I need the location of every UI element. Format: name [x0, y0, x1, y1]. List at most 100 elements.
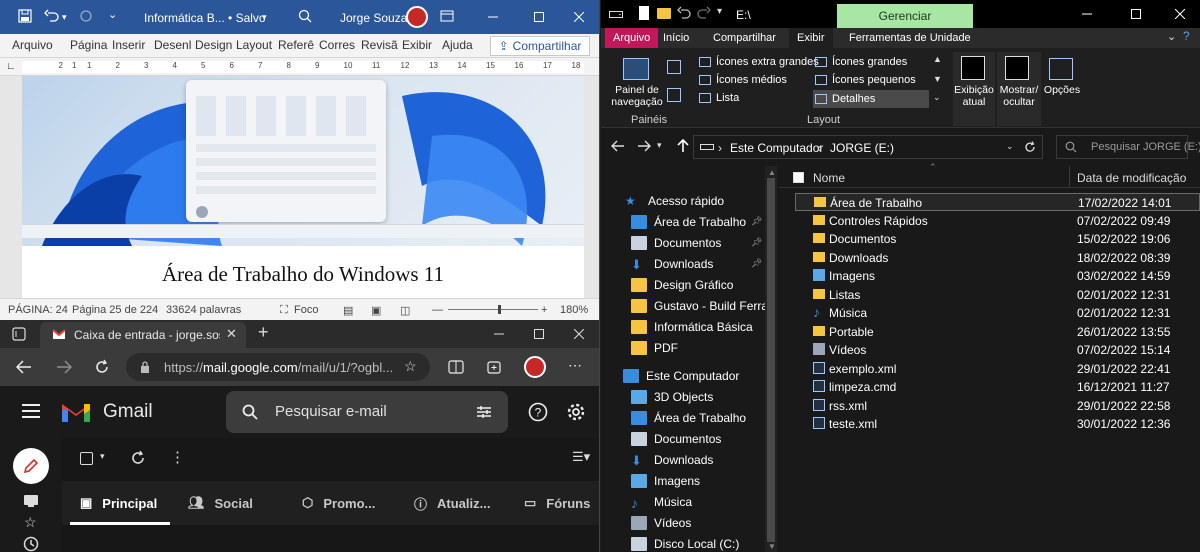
explorer-address-bar[interactable]: › Este Computador › JORGE (E:) ⌄: [693, 135, 1043, 159]
search-icon[interactable]: [242, 404, 258, 420]
current-view-icon[interactable]: [961, 56, 985, 80]
properties-icon[interactable]: [639, 6, 649, 20]
file-row[interactable]: Área de Trabalho 17/02/2022 14:01: [795, 193, 1200, 211]
tab-atualizacoes[interactable]: ⓘ Atualiz...: [414, 481, 514, 525]
avatar[interactable]: [406, 6, 428, 28]
recommended-list[interactable]: [196, 144, 376, 194]
new-tab-button[interactable]: +: [258, 322, 269, 343]
layout-expand-icon[interactable]: ⌄: [933, 92, 941, 103]
title-dropdown-icon[interactable]: ▾: [262, 12, 267, 23]
breadcrumb-sep-icon[interactable]: ›: [818, 141, 822, 155]
gmail-logo-icon[interactable]: [60, 400, 92, 424]
scroll-down-icon[interactable]: ▼: [768, 542, 776, 551]
tab-inserir[interactable]: Inserir: [112, 38, 145, 52]
current-view-button[interactable]: Exibição atual: [953, 84, 995, 108]
breadcrumb-jorge[interactable]: JORGE (E:): [830, 141, 894, 155]
page-count[interactable]: Página 25 de 224: [72, 304, 158, 316]
zoom-slider[interactable]: [448, 309, 538, 310]
close-button[interactable]: [556, 0, 599, 34]
tab-design[interactable]: Design: [195, 38, 232, 52]
nav-item[interactable]: Documentos 📌︎: [601, 232, 777, 253]
file-row[interactable]: Portable 26/01/2022 13:55: [795, 323, 1200, 341]
document-title[interactable]: Informática B... • Salvo: [144, 11, 266, 25]
file-row[interactable]: Controles Rápidos 07/02/2022 09:49: [795, 212, 1200, 230]
tab-referencias[interactable]: Referê: [278, 38, 314, 52]
search-bar[interactable]: Pesquisar e-mail: [226, 391, 508, 433]
compose-button[interactable]: [13, 448, 49, 484]
details-pane-icon[interactable]: [667, 88, 681, 102]
help-icon[interactable]: ?: [528, 402, 548, 422]
show-hide-button[interactable]: Mostrar/ ocultar: [997, 84, 1041, 108]
page-indicator[interactable]: PÁGINA: 24: [8, 304, 68, 316]
density-toggle-icon[interactable]: ☰▾: [572, 449, 590, 465]
gmail-brand[interactable]: Gmail: [103, 401, 153, 423]
select-all-checkbox[interactable]: [793, 172, 804, 183]
zoom-slider-thumb[interactable]: [498, 305, 501, 314]
file-name[interactable]: Documentos: [829, 232, 896, 246]
recent-locations-icon[interactable]: ▾: [657, 140, 662, 151]
extra-large-icons-option[interactable]: Ícones extra grandes: [699, 56, 819, 68]
nav-item[interactable]: Documentos: [601, 428, 777, 449]
pin-icon[interactable]: 📌︎: [751, 237, 762, 248]
collections-icon[interactable]: [486, 359, 502, 375]
forward-icon[interactable]: [56, 360, 72, 374]
tab-desenhar[interactable]: Desenl: [154, 38, 191, 52]
file-row[interactable]: Imagens 03/02/2022 14:59: [795, 267, 1200, 285]
more-actions-icon[interactable]: ⋮: [170, 448, 185, 466]
web-layout-icon[interactable]: ◫: [400, 304, 410, 317]
options-icon[interactable]: [1049, 58, 1073, 80]
preview-pane-icon[interactable]: [667, 60, 681, 74]
share-button[interactable]: ⇪ Compartilhar: [490, 36, 590, 56]
tab-foruns[interactable]: ▭ Fóruns: [524, 481, 599, 525]
nav-item[interactable]: ⬇ Downloads 📌︎: [601, 253, 777, 274]
column-divider[interactable]: [1069, 166, 1070, 188]
tab-actions-icon[interactable]: [12, 327, 26, 341]
file-row[interactable]: Downloads 18/02/2022 08:39: [795, 249, 1200, 267]
file-name[interactable]: Portable: [829, 325, 874, 339]
nav-item[interactable]: Vídeos: [601, 512, 777, 533]
nav-scroll-thumb[interactable]: [767, 178, 775, 542]
file-name[interactable]: rss.xml: [829, 399, 867, 413]
forward-icon[interactable]: [637, 140, 651, 152]
breadcrumb-sep-icon[interactable]: ›: [718, 141, 722, 155]
main-menu-icon[interactable]: [22, 404, 40, 418]
ribbon-collapse-icon[interactable]: ⌄: [1167, 30, 1176, 43]
word-count[interactable]: 33624 palavras: [166, 304, 241, 316]
select-dropdown-icon[interactable]: ▾: [100, 451, 105, 462]
options-button[interactable]: Opções: [1041, 84, 1083, 96]
back-icon[interactable]: [16, 360, 32, 374]
tab-ferramentas-unidade[interactable]: Ferramentas de Unidade: [841, 28, 979, 48]
zoom-level[interactable]: 180%: [560, 304, 588, 316]
nav-item[interactable]: Informática Básica: [601, 316, 777, 337]
refresh-icon[interactable]: [94, 359, 110, 375]
file-row[interactable]: Documentos 15/02/2022 19:06: [795, 230, 1200, 248]
tab-social[interactable]: 👥︎ Social: [188, 481, 288, 525]
edge-close-button[interactable]: [556, 320, 599, 348]
redo-icon[interactable]: [697, 6, 711, 20]
tab-layout[interactable]: Layout: [236, 38, 272, 52]
read-mode-icon[interactable]: ▤: [343, 304, 353, 317]
windows-11-desktop-image[interactable]: [22, 76, 584, 246]
file-name[interactable]: Área de Trabalho: [830, 196, 922, 210]
pin-icon[interactable]: 📌︎: [751, 258, 762, 269]
tab-correspondencias[interactable]: Corres: [319, 38, 355, 52]
file-row[interactable]: Vídeos 07/02/2022 15:14: [795, 341, 1200, 359]
save-icon[interactable]: [18, 9, 32, 23]
file-row[interactable]: ♪ Música 02/01/2022 12:31: [795, 304, 1200, 322]
document-canvas[interactable]: Área de Trabalho do Windows 11: [0, 76, 599, 298]
explorer-maximize-button[interactable]: [1113, 0, 1159, 28]
nav-item[interactable]: Imagens: [601, 470, 777, 491]
ribbon-display-icon[interactable]: [440, 9, 454, 23]
explorer-search[interactable]: Pesquisar JORGE (E:): [1056, 135, 1200, 159]
quick-access-dropdown-icon[interactable]: ▾: [717, 6, 722, 17]
nav-item[interactable]: Este Computador: [601, 365, 777, 386]
tab-ajuda[interactable]: Ajuda: [442, 38, 473, 52]
search-input[interactable]: Pesquisar e-mail: [275, 403, 387, 420]
nav-item[interactable]: Área de Trabalho: [601, 407, 777, 428]
pinned-apps-grid[interactable]: [196, 96, 376, 136]
figure-caption[interactable]: Área de Trabalho do Windows 11: [22, 262, 584, 287]
nav-scrollbar[interactable]: ▲ ▼: [765, 166, 777, 552]
snoozed-icon[interactable]: [23, 536, 39, 552]
search-icon[interactable]: [298, 9, 312, 23]
tab-stop-icon[interactable]: ∟: [6, 61, 16, 72]
